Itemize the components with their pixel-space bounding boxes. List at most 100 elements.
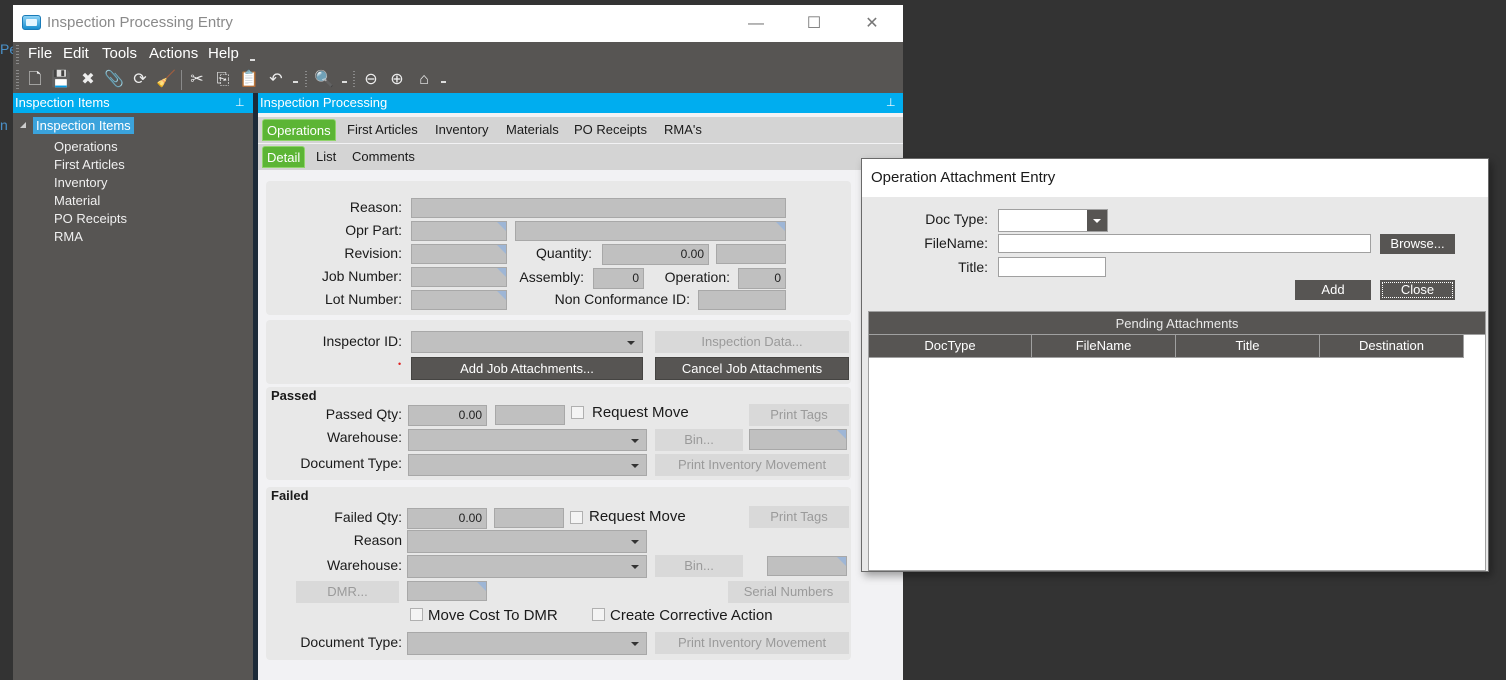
tab-po-receipts[interactable]: PO Receipts: [570, 119, 651, 141]
delete-icon[interactable]: ✖: [78, 70, 98, 90]
passed-warehouse-combo[interactable]: [408, 429, 647, 451]
add-button[interactable]: Add: [1295, 280, 1371, 300]
search-dropdown-icon[interactable]: [342, 81, 347, 83]
menu-edit[interactable]: Edit: [63, 45, 89, 62]
failed-qty-uom-field[interactable]: [494, 508, 564, 528]
move-cost-to-dmr-label[interactable]: Move Cost To DMR: [428, 607, 558, 624]
failed-qty-field[interactable]: 0.00: [407, 508, 487, 529]
refresh-icon[interactable]: ⟳: [130, 70, 150, 90]
doc-type-combo[interactable]: [998, 209, 1108, 232]
column-header-doctype[interactable]: DocType: [869, 335, 1032, 358]
tab-operations[interactable]: Operations: [262, 119, 336, 141]
opr-part-description-field[interactable]: [515, 221, 786, 241]
cancel-job-attachments-button[interactable]: Cancel Job Attachments: [655, 357, 849, 380]
passed-document-type-combo[interactable]: [408, 454, 647, 476]
failed-warehouse-combo[interactable]: [407, 555, 647, 578]
filename-input[interactable]: [998, 234, 1371, 253]
tree-root-inspection-items[interactable]: Inspection Items: [33, 117, 134, 134]
tree-item-material[interactable]: Material: [54, 193, 100, 208]
inspection-data-button[interactable]: Inspection Data...: [655, 331, 849, 353]
back-icon[interactable]: ⊖: [361, 70, 381, 90]
close-button[interactable]: ✕: [843, 5, 901, 42]
tab-rmas[interactable]: RMA's: [660, 119, 706, 141]
lot-number-field[interactable]: [411, 290, 507, 310]
passed-bin-button[interactable]: Bin...: [655, 429, 743, 451]
title-input[interactable]: [998, 257, 1106, 277]
nav-dropdown-icon[interactable]: [441, 81, 446, 83]
attachment-icon[interactable]: 📎: [104, 70, 124, 90]
tab-inventory[interactable]: Inventory: [431, 119, 492, 141]
operation-field[interactable]: 0: [738, 268, 786, 289]
failed-bin-button[interactable]: Bin...: [655, 555, 743, 577]
tab-materials[interactable]: Materials: [502, 119, 563, 141]
doc-type-dropdown-button[interactable]: [1087, 210, 1107, 231]
failed-request-move-checkbox[interactable]: [570, 511, 583, 524]
tab-first-articles[interactable]: First Articles: [343, 119, 422, 141]
home-icon[interactable]: ⌂: [414, 70, 434, 90]
tab-comments[interactable]: Comments: [348, 146, 419, 168]
save-icon[interactable]: 💾: [51, 70, 71, 90]
passed-qty-uom-field[interactable]: [495, 405, 565, 425]
failed-document-type-combo[interactable]: [407, 632, 647, 655]
dmr-button[interactable]: DMR...: [296, 581, 399, 603]
minimize-button[interactable]: —: [727, 5, 785, 42]
job-number-field[interactable]: [411, 267, 507, 287]
non-conformance-id-field[interactable]: [698, 290, 786, 310]
menu-help[interactable]: Help: [208, 45, 239, 62]
undo-icon[interactable]: ↶: [266, 70, 286, 90]
passed-qty-field[interactable]: 0.00: [408, 405, 487, 426]
passed-bin-field[interactable]: [749, 429, 847, 450]
maximize-button[interactable]: ☐: [785, 5, 843, 42]
menu-actions[interactable]: Actions: [149, 45, 198, 62]
tree-item-po-receipts[interactable]: PO Receipts: [54, 211, 127, 226]
column-header-filename[interactable]: FileName: [1032, 335, 1176, 358]
inspector-id-combo[interactable]: [411, 331, 643, 353]
passed-request-move-checkbox[interactable]: [571, 406, 584, 419]
browse-button[interactable]: Browse...: [1380, 234, 1455, 254]
tab-list[interactable]: List: [312, 146, 340, 168]
quantity-field[interactable]: 0.00: [602, 244, 709, 265]
forward-icon[interactable]: ⊕: [387, 70, 407, 90]
tree-item-rma[interactable]: RMA: [54, 229, 83, 244]
column-header-destination[interactable]: Destination: [1320, 335, 1464, 358]
cut-icon[interactable]: ✂: [187, 70, 207, 90]
tree-item-operations[interactable]: Operations: [54, 139, 118, 154]
tab-detail[interactable]: Detail: [262, 146, 306, 168]
passed-request-move-label[interactable]: Request Move: [592, 404, 689, 421]
serial-numbers-button[interactable]: Serial Numbers: [728, 581, 849, 603]
column-header-title[interactable]: Title: [1176, 335, 1320, 358]
quantity-uom-field[interactable]: [716, 244, 786, 264]
search-icon[interactable]: 🔍: [314, 70, 334, 90]
assembly-field[interactable]: 0: [593, 268, 644, 289]
close-dialog-button[interactable]: Close: [1380, 280, 1455, 300]
undo-dropdown-icon[interactable]: [293, 81, 298, 83]
toolbar-grip[interactable]: [16, 70, 19, 90]
tree-item-inventory[interactable]: Inventory: [54, 175, 107, 190]
menu-grip[interactable]: [16, 45, 19, 64]
failed-print-tags-button[interactable]: Print Tags: [749, 506, 849, 528]
opr-part-field[interactable]: [411, 221, 507, 241]
menu-file[interactable]: File: [28, 45, 52, 62]
menu-tools[interactable]: Tools: [102, 45, 137, 62]
copy-icon[interactable]: ⎘: [213, 70, 233, 90]
failed-request-move-label[interactable]: Request Move: [589, 508, 686, 525]
revision-field[interactable]: [411, 244, 507, 264]
failed-reason-combo[interactable]: [407, 530, 647, 553]
menu-overflow-icon[interactable]: [250, 59, 255, 61]
tree-expand-icon[interactable]: [20, 122, 26, 128]
clear-icon[interactable]: 🧹: [156, 70, 176, 90]
failed-bin-field[interactable]: [767, 556, 847, 576]
tree-item-first-articles[interactable]: First Articles: [54, 157, 125, 172]
failed-print-inventory-movement-button[interactable]: Print Inventory Movement: [655, 632, 849, 654]
paste-icon[interactable]: 📋: [239, 70, 259, 90]
passed-print-inventory-movement-button[interactable]: Print Inventory Movement: [655, 454, 849, 476]
pin-icon[interactable]: ⊥: [235, 93, 245, 113]
pin-icon[interactable]: ⊥: [886, 93, 896, 113]
dmr-field[interactable]: [407, 581, 487, 601]
reason-field[interactable]: [411, 198, 786, 218]
create-corrective-action-label[interactable]: Create Corrective Action: [610, 607, 773, 624]
add-job-attachments-button[interactable]: Add Job Attachments...: [411, 357, 643, 380]
new-icon[interactable]: 🗋: [25, 70, 45, 90]
create-corrective-action-checkbox[interactable]: [592, 608, 605, 621]
passed-print-tags-button[interactable]: Print Tags: [749, 404, 849, 426]
